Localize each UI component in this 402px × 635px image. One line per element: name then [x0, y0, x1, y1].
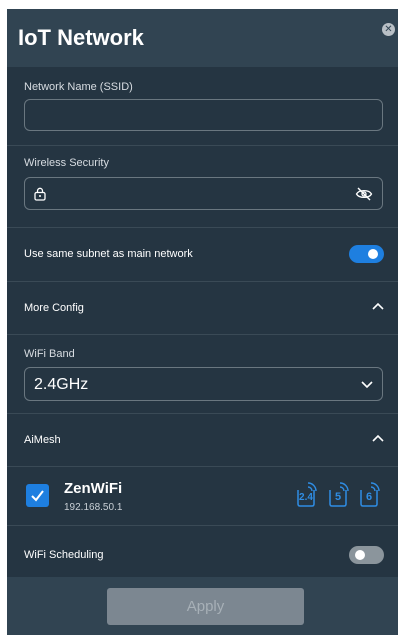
device-name: ZenWiFi — [64, 480, 123, 497]
iot-network-dialog: IoT Network ✕ Network Name (SSID) Wirele… — [7, 9, 398, 635]
band-5g-label: 5 — [334, 491, 342, 503]
ssid-input[interactable] — [24, 99, 383, 131]
password-field[interactable] — [24, 177, 383, 210]
aimesh-label: AiMesh — [24, 434, 61, 446]
aimesh-device-row: ZenWiFi 192.168.50.1 2.4 5 6 — [7, 467, 398, 526]
ssid-section: Network Name (SSID) — [7, 67, 398, 146]
aimesh-header[interactable]: AiMesh — [7, 414, 398, 467]
scheduling-label: WiFi Scheduling — [24, 549, 104, 561]
more-config-header[interactable]: More Config — [7, 282, 398, 335]
more-config-label: More Config — [24, 302, 84, 314]
device-ip: 192.168.50.1 — [64, 502, 123, 513]
chevron-up-icon[interactable] — [372, 434, 384, 442]
chevron-up-icon[interactable] — [372, 302, 384, 310]
subnet-row: Use same subnet as main network — [7, 228, 398, 282]
wifi-band-section: WiFi Band 2.4GHz — [7, 335, 398, 414]
band-2g-label: 2.4 — [299, 492, 313, 503]
chevron-down-icon — [361, 381, 373, 389]
toggle-knob — [355, 550, 365, 560]
subnet-toggle[interactable] — [349, 245, 384, 263]
band-5g-icon[interactable]: 5 — [327, 480, 349, 508]
device-checkbox[interactable] — [26, 484, 49, 507]
dialog-footer: Apply — [7, 577, 398, 635]
security-label: Wireless Security — [24, 157, 109, 169]
toggle-knob — [368, 249, 378, 259]
check-icon — [31, 490, 44, 502]
band-2g-icon[interactable]: 2.4 — [295, 480, 317, 508]
lock-icon — [34, 187, 46, 201]
scheduling-toggle[interactable] — [349, 546, 384, 564]
close-icon[interactable]: ✕ — [382, 23, 395, 36]
apply-button[interactable]: Apply — [107, 588, 304, 625]
ssid-label: Network Name (SSID) — [24, 81, 133, 93]
eye-off-icon[interactable] — [355, 187, 373, 201]
band-6g-icon[interactable]: 6 — [358, 480, 380, 508]
wifi-band-label: WiFi Band — [24, 348, 75, 360]
wifi-band-value: 2.4GHz — [34, 376, 89, 393]
dialog-title: IoT Network — [18, 25, 144, 50]
subnet-label: Use same subnet as main network — [24, 248, 193, 260]
wifi-band-select[interactable]: 2.4GHz — [24, 367, 383, 401]
security-section: Wireless Security — [7, 146, 398, 228]
dialog-header: IoT Network ✕ — [7, 9, 398, 67]
band-6g-label: 6 — [365, 491, 373, 503]
